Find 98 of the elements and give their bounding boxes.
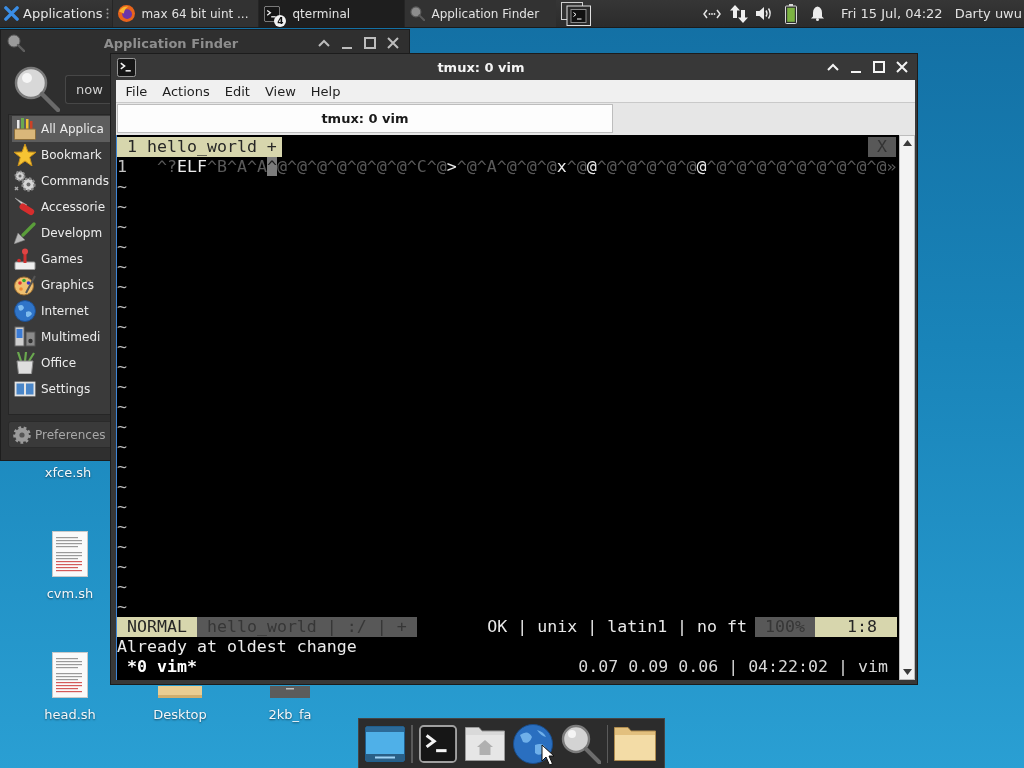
document-icon[interactable]	[52, 652, 88, 698]
up-arrow-icon[interactable]	[902, 140, 912, 146]
empty-line-tilde: ~	[117, 557, 127, 577]
desktop-icon-label[interactable]: xfce.sh	[44, 465, 92, 480]
category-item[interactable]: Accessorie	[12, 194, 112, 220]
tmux-status-info: 0.07 0.09 0.06 | 04:22:02 | vim	[578, 657, 889, 677]
palette-icon	[14, 274, 36, 296]
desktop-window-icon[interactable]	[365, 725, 405, 762]
empty-line-tilde: ~	[117, 377, 127, 397]
terminal-icon	[264, 5, 281, 22]
taskbar-button[interactable]: Application Finder	[404, 0, 557, 27]
category-item[interactable]: Developm	[12, 220, 112, 246]
status-message: Already at oldest change	[117, 637, 357, 657]
category-item[interactable]: All Applica	[12, 116, 112, 142]
empty-line-tilde: ~	[117, 537, 127, 557]
code-line: ^?ELF^B^A^A^@^@^@^@^@^@^@^C^@>^@^A^@^@^@x^@@^@^@^@^@^@@^@^@^@^@^@^@^@^@^@»	[157, 157, 897, 177]
empty-line-tilde: ~	[117, 217, 127, 237]
category-item[interactable]: Office	[12, 350, 112, 376]
empty-line-tilde: ~	[117, 597, 127, 617]
empty-line-tilde: ~	[117, 237, 127, 257]
category-item[interactable]: Graphics	[12, 272, 112, 298]
preferences-button[interactable]: Preferences	[8, 421, 113, 448]
menu-item[interactable]: Edit	[217, 83, 258, 99]
media-devices-icon	[14, 326, 36, 348]
magnifier-icon	[14, 66, 60, 112]
menu-item[interactable]: Help	[303, 83, 348, 99]
mode-indicator: NORMAL	[117, 617, 197, 637]
empty-line-tilde: ~	[117, 477, 127, 497]
search-icon[interactable]	[560, 723, 601, 764]
transfer-arrows-icon[interactable]	[729, 4, 748, 23]
empty-line-tilde: ~	[117, 257, 127, 277]
category-item[interactable]: Multimedi	[12, 324, 112, 350]
close-icon[interactable]	[386, 36, 400, 50]
file-info: OK | unix | latin1 | no ft	[487, 617, 748, 637]
applications-menu-button[interactable]: Applications	[0, 0, 106, 27]
mouse-pointer-icon	[541, 744, 555, 766]
empty-line-tilde: ~	[117, 397, 127, 417]
category-item[interactable]: Games	[12, 246, 112, 272]
search-icon	[7, 34, 25, 52]
grip-icon	[106, 8, 110, 19]
gears-icon	[14, 170, 36, 192]
round-logo-icon	[118, 5, 136, 22]
window-thumbnail-icon[interactable]	[561, 1, 592, 26]
taskbar-button[interactable]: max 64 bit uint ...	[112, 0, 259, 27]
gear-icon	[13, 425, 31, 444]
terminal-icon	[117, 57, 136, 77]
empty-line-tilde: ~	[117, 417, 127, 437]
terminal-tab[interactable]: tmux: 0 vim	[117, 104, 613, 133]
folder-icon[interactable]	[614, 726, 656, 761]
pencil-cup-icon	[14, 352, 36, 374]
home-folder-icon[interactable]	[464, 726, 505, 761]
tmux-window-label: *0 vim*	[126, 657, 197, 677]
search-field[interactable]: now	[65, 74, 112, 104]
menu-item[interactable]: View	[257, 83, 304, 99]
trowel-icon	[14, 222, 36, 244]
bell-icon[interactable]	[810, 6, 824, 21]
maximize-icon[interactable]	[363, 36, 377, 50]
terminal-icon[interactable]	[418, 724, 457, 763]
menu-item[interactable]: File	[118, 83, 155, 99]
empty-line-tilde: ~	[117, 297, 127, 317]
user-name[interactable]: Darty uwu	[954, 6, 1022, 21]
empty-line-tilde: ~	[117, 317, 127, 337]
category-item[interactable]: Internet	[12, 298, 112, 324]
window-title: tmux: 0 vim	[437, 59, 525, 75]
toolbox-icon	[14, 118, 36, 140]
empty-line-tilde: ~	[117, 517, 127, 537]
tabline-label: 1 hello_world +	[117, 137, 282, 157]
line-number: 1	[117, 157, 128, 177]
taskbar-button[interactable]: 4 qterminal	[258, 0, 405, 27]
empty-line-tilde: ~	[117, 457, 127, 477]
category-item[interactable]: Bookmark	[12, 142, 112, 168]
window-title: Application Finder	[103, 35, 239, 51]
empty-line-tilde: ~	[117, 437, 127, 457]
battery-icon[interactable]	[784, 3, 797, 24]
empty-line-tilde: ~	[117, 197, 127, 217]
clock[interactable]: Fri 15 Jul, 04:22	[840, 6, 943, 21]
document-icon[interactable]	[52, 531, 88, 577]
star-icon	[14, 144, 36, 166]
search-icon	[410, 6, 426, 21]
empty-line-tilde: ~	[117, 577, 127, 597]
category-item[interactable]: Settings	[12, 376, 112, 402]
globe-icon	[14, 300, 36, 322]
knife-icon	[14, 196, 36, 218]
empty-line-tilde: ~	[117, 177, 127, 197]
control-panel-icon	[14, 378, 36, 400]
category-item[interactable]: Commands	[12, 168, 112, 194]
scrollbar[interactable]	[899, 135, 915, 680]
volume-icon[interactable]	[755, 6, 773, 21]
empty-line-tilde: ~	[117, 337, 127, 357]
x-logo-icon	[4, 6, 19, 21]
empty-line-tilde: ~	[117, 277, 127, 297]
cursor-position: 1:8	[815, 617, 897, 637]
empty-line-tilde: ~	[117, 357, 127, 377]
network-icon[interactable]	[702, 8, 721, 19]
empty-line-tilde: ~	[117, 497, 127, 517]
joystick-icon	[14, 248, 36, 270]
down-arrow-icon[interactable]	[902, 669, 912, 675]
menu-item[interactable]: Actions	[154, 83, 218, 99]
